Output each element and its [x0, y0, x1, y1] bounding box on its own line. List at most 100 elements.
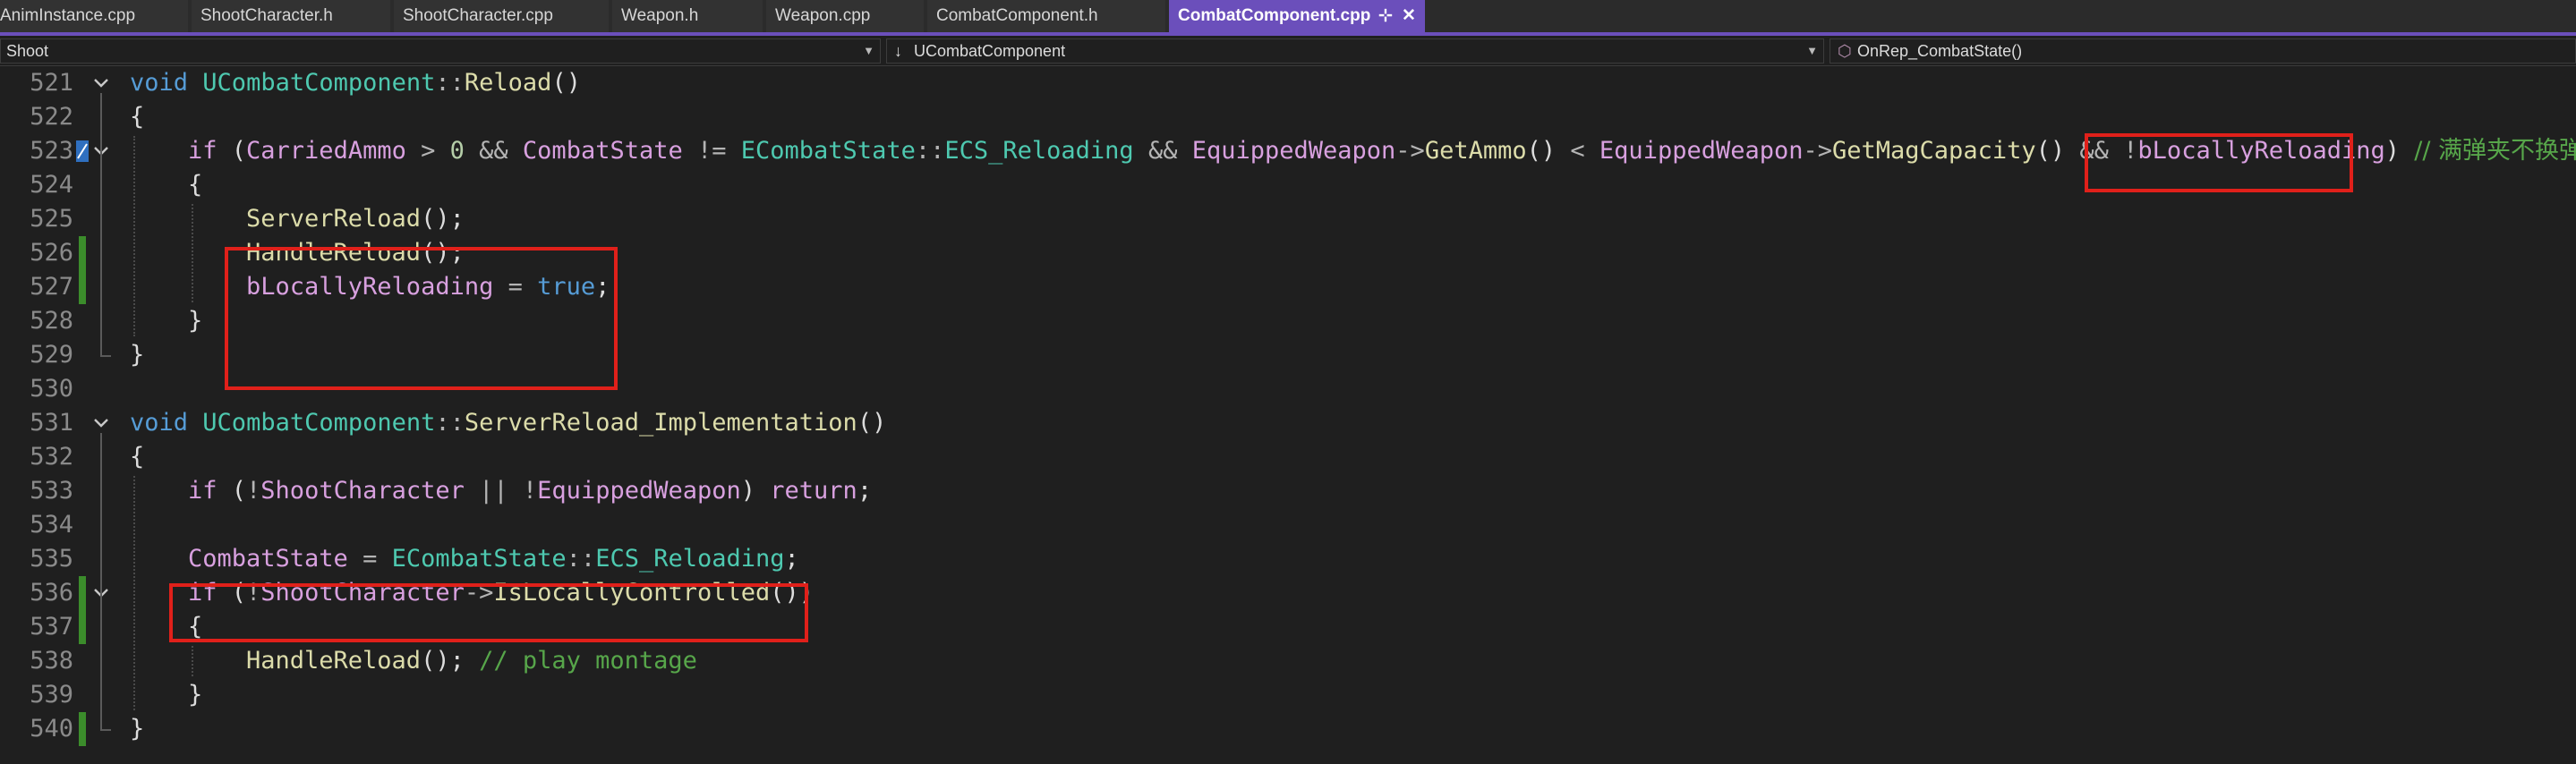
code-token: EquippedWeapon	[537, 477, 741, 505]
tab-label: Weapon.h	[621, 6, 699, 25]
code-token: CombatState	[188, 545, 348, 573]
tab-label: AnimInstance.cpp	[0, 6, 136, 25]
navigation-bar: Shoot ▼ ↓ UCombatComponent ▼ ⬡ OnRep_Com…	[0, 36, 2576, 66]
code-token: (	[217, 137, 247, 165]
tab-weapon-cpp[interactable]: Weapon.cpp	[766, 0, 924, 32]
code-line[interactable]: 527 bLocallyReloading = true;	[0, 270, 2576, 304]
code-token: ;	[595, 273, 610, 301]
tab-weapon-h[interactable]: Weapon.h	[612, 0, 763, 32]
code-line[interactable]: 539}	[0, 678, 2576, 712]
code-line[interactable]: 530	[0, 372, 2576, 406]
code-text: }	[130, 338, 144, 372]
code-line[interactable]: 538 HandleReload(); // play montage	[0, 644, 2576, 678]
code-token: ()	[551, 69, 581, 97]
code-token: ::	[915, 137, 945, 165]
code-token: 0	[449, 137, 465, 165]
code-token: >	[405, 137, 450, 165]
scope-dropdown[interactable]: ↓ UCombatComponent ▼	[886, 38, 1824, 64]
code-token: ::	[435, 409, 465, 437]
cube-icon: ⬡	[1838, 42, 1852, 60]
line-number: 526	[30, 239, 73, 267]
code-token: ()	[2035, 137, 2080, 165]
code-line[interactable]: 534	[0, 508, 2576, 542]
code-token: ServerReload_Implementation	[464, 409, 857, 437]
fold-outline	[100, 433, 102, 729]
tab-label: CombatComponent.cpp	[1178, 6, 1371, 25]
code-line[interactable]: 536 if (!ShootCharacter->IsLocallyControl…	[0, 576, 2576, 610]
code-text: if (!ShootCharacter->IsLocallyControlled…	[188, 576, 814, 610]
fold-outline-end	[100, 355, 111, 357]
code-line[interactable]: 521 void UCombatComponent::Reload()	[0, 66, 2576, 100]
code-text: }	[130, 712, 144, 746]
code-token: {	[188, 613, 203, 641]
code-token: ShootCharacter	[260, 579, 465, 607]
code-token: }	[130, 715, 145, 743]
code-token: true	[537, 273, 596, 301]
line-number: 535	[30, 545, 73, 573]
code-token: <	[1570, 137, 1585, 165]
tab-shootcharacter-h[interactable]: ShootCharacter.h	[192, 0, 390, 32]
code-text: bLocallyReloading = true;	[246, 270, 610, 304]
code-line[interactable]: 540}	[0, 712, 2576, 746]
code-line[interactable]: 533 if (!ShootCharacter || !EquippedWeapo…	[0, 474, 2576, 508]
code-token: ECS_Reloading	[595, 545, 785, 573]
code-token: UCombatComponent	[202, 69, 436, 97]
code-token: void	[130, 69, 189, 97]
code-editor-window: AnimInstance.cpp ShootCharacter.h ShootCha…	[0, 0, 2576, 764]
code-text: {	[130, 100, 144, 134]
tab-animinstance-cpp[interactable]: AnimInstance.cpp	[0, 0, 188, 32]
indent-guide	[192, 204, 193, 302]
code-token: {	[188, 171, 203, 199]
code-token: ServerReload	[246, 205, 422, 233]
code-token: )	[2384, 137, 2415, 165]
code-text: CombatState = ECombatState::ECS_Reloadin…	[188, 542, 799, 576]
code-line[interactable]: 526 HandleReload();	[0, 236, 2576, 270]
tab-label: Weapon.cpp	[775, 6, 871, 25]
scope-name: UCombatComponent	[914, 42, 1066, 60]
pin-icon[interactable]: ⊹	[1378, 0, 1393, 32]
code-token: return	[770, 477, 857, 505]
code-token: {	[130, 443, 145, 471]
tab-label: CombatComponent.h	[936, 6, 1098, 25]
code-token: !	[246, 477, 261, 505]
code-line[interactable]: 525 ServerReload();	[0, 202, 2576, 236]
code-text: {	[188, 610, 202, 644]
code-text: {	[130, 440, 144, 474]
fold-outline	[100, 93, 102, 355]
code-token: ->	[1395, 137, 1425, 165]
close-icon[interactable]: ✕	[1402, 0, 1416, 32]
code-line[interactable]: 535 CombatState = ECombatState::ECS_Reloa…	[0, 542, 2576, 576]
code-token: bLocallyReloading	[2137, 137, 2385, 165]
line-number: 522	[30, 103, 73, 131]
code-line[interactable]: 523 if (CarriedAmmo > 0 && CombatState !=…	[0, 134, 2576, 168]
code-token: ;	[784, 545, 799, 573]
member-dropdown[interactable]: ⬡ OnRep_CombatState()	[1830, 38, 2576, 64]
tab-combatcomponent-cpp[interactable]: CombatComponent.cpp ⊹ ✕	[1169, 0, 1425, 32]
code-line[interactable]: 522 {	[0, 100, 2576, 134]
code-editor[interactable]: 521 void UCombatComponent::Reload() 522{52…	[0, 66, 2576, 764]
code-line[interactable]: 532 {	[0, 440, 2576, 474]
code-line[interactable]: 524 {	[0, 168, 2576, 202]
code-token: ;	[857, 477, 873, 505]
code-line[interactable]: 529}	[0, 338, 2576, 372]
code-token: ())	[770, 579, 815, 607]
code-token: !=	[682, 137, 741, 165]
project-dropdown[interactable]: Shoot ▼	[0, 38, 881, 64]
code-token: if	[188, 137, 218, 165]
line-number: 534	[30, 511, 73, 539]
code-line[interactable]: 528}	[0, 304, 2576, 338]
code-line[interactable]: 537 {	[0, 610, 2576, 644]
code-token: ()	[857, 409, 887, 437]
change-indicator	[79, 270, 86, 304]
code-token: }	[188, 681, 203, 709]
tab-shootcharacter-cpp[interactable]: ShootCharacter.cpp	[394, 0, 609, 32]
code-text: {	[188, 168, 202, 202]
code-token: ()	[1526, 137, 1571, 165]
code-token: =	[493, 273, 538, 301]
code-token: void	[130, 409, 189, 437]
code-token: ::	[435, 69, 465, 97]
code-line[interactable]: 531 void UCombatComponent::ServerReload_I…	[0, 406, 2576, 440]
tab-combatcomponent-h[interactable]: CombatComponent.h	[927, 0, 1165, 32]
